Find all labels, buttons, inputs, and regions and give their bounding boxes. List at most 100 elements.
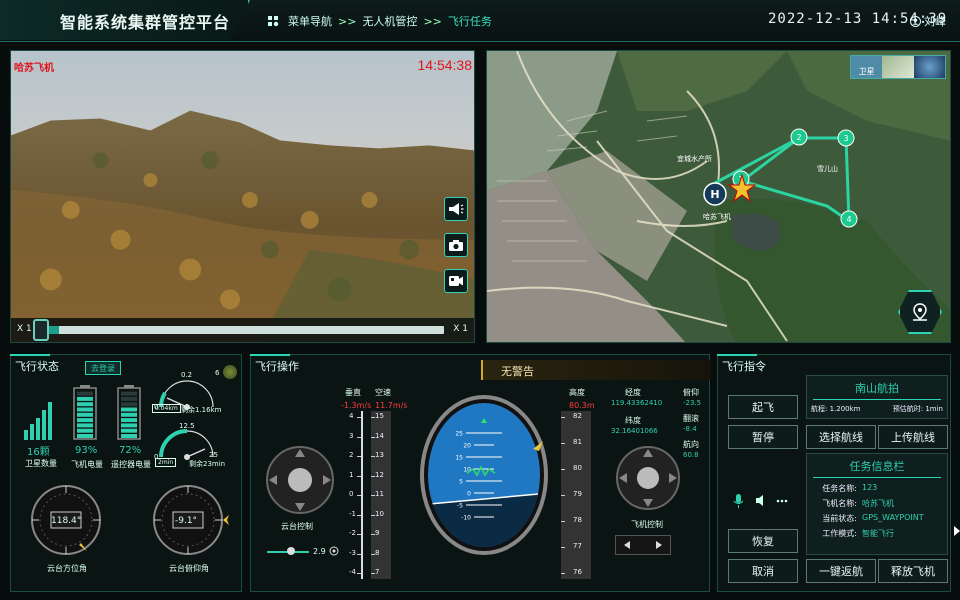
scale-tick: [357, 456, 361, 457]
altitude-scale: 82 81 80 79 78 77 76: [561, 411, 591, 579]
task-row-key: 工作模式:: [822, 529, 857, 538]
aircraft-joystick[interactable]: [615, 445, 681, 511]
scale-tick-label: 81: [573, 438, 582, 446]
breadcrumb-menu-nav[interactable]: 菜单导航: [288, 13, 332, 29]
flight-status-title: 飞行状态: [15, 360, 59, 373]
scale-tick-label: 12: [375, 470, 384, 479]
resume-button[interactable]: 恢复: [728, 529, 798, 553]
return-home-button[interactable]: 一键返航: [806, 559, 876, 583]
task-row-value: GPS_WAYPOINT: [862, 513, 924, 522]
map-layer-switcher[interactable]: 卫星: [850, 55, 946, 79]
takeoff-button[interactable]: 起飞: [728, 395, 798, 419]
battery-segment: [121, 396, 137, 401]
place-label-1: 雪儿山: [817, 164, 838, 173]
battery-segment: [77, 434, 93, 438]
scale-tick-label: 11: [375, 490, 384, 498]
route-name: 南山航拍: [813, 376, 941, 400]
cancel-button[interactable]: 取消: [728, 559, 798, 583]
battery-segment: [77, 396, 93, 401]
scale-tick-label: -2: [349, 529, 356, 537]
upload-route-button[interactable]: 上传航线: [878, 425, 948, 449]
airspeed-scale: 15 14 13 12 11 10 9 8 7: [371, 411, 391, 579]
gimbal-yaw-value: 118.4°: [51, 516, 82, 526]
gimbal-zoom-thumb[interactable]: [287, 547, 295, 555]
route-time: 预估航时: 1min: [892, 405, 943, 413]
video-progress-track[interactable]: [43, 326, 444, 334]
map-panel[interactable]: 1 2 3 4 H 哈苏飞机 雪儿山 宜城水产所 卫星: [486, 50, 951, 343]
warning-bar: 无警告: [481, 360, 711, 380]
speaker-button[interactable]: [444, 197, 468, 221]
breadcrumb-flight-task[interactable]: 飞行任务: [448, 13, 492, 29]
pitch-ladder-label: -10: [461, 515, 471, 522]
battery-segment: [77, 418, 93, 423]
rotate-right-icon[interactable]: [656, 541, 662, 549]
login-badge[interactable]: 去登录: [85, 361, 121, 375]
scale-tick-label: 77: [573, 542, 582, 550]
select-route-button[interactable]: 选择航线: [806, 425, 876, 449]
terrain-layer-button[interactable]: [882, 56, 914, 78]
battery-segment: [77, 391, 93, 396]
battery-segment: [121, 418, 137, 423]
panel-accent: [717, 354, 757, 356]
scale-tick-label: 78: [573, 516, 582, 524]
rotate-left-icon[interactable]: [624, 541, 630, 549]
scale-tick: [371, 553, 375, 555]
scale-tick-label: 0: [349, 490, 354, 498]
yaw-rotate-control[interactable]: [615, 535, 671, 555]
scale-tick: [357, 495, 361, 496]
remote-battery-icon: [117, 385, 141, 440]
speaker-icon: [449, 203, 464, 215]
scale-tick: [357, 573, 361, 574]
battery-segment: [121, 391, 137, 396]
pause-button[interactable]: 暂停: [728, 425, 798, 449]
release-aircraft-button[interactable]: 释放飞机: [878, 559, 948, 583]
speed-left-label[interactable]: X 1: [17, 324, 32, 334]
snapshot-button[interactable]: [444, 233, 468, 257]
task-info-box: 任务信息栏 任务名称: 123 飞机名称: 哈苏飞机 当前状态: GPS_WAYPOI…: [806, 453, 948, 555]
satellite-map[interactable]: 1 2 3 4 H 哈苏飞机 雪儿山 宜城水产所: [487, 51, 951, 343]
pitch-ladder-label: 25: [455, 431, 463, 438]
breadcrumb-drone-control[interactable]: 无人机管控: [362, 13, 417, 29]
aircraft-battery-label: 飞机电量: [71, 460, 103, 469]
user-menu[interactable]: 刘峰: [910, 13, 946, 29]
gauge1-remain: 剩余1.16km: [181, 406, 222, 414]
scale-tick: [561, 495, 565, 496]
video-progress-thumb[interactable]: [33, 319, 49, 341]
scale-tick-label: 80: [573, 464, 582, 472]
battery-segment: [121, 412, 137, 417]
pitch-label: 俯仰: [683, 388, 699, 397]
scale-tick: [357, 514, 361, 516]
scale-tick-label: 15: [375, 412, 384, 420]
scale-tick-label: -4: [349, 568, 356, 576]
waypoint-3-label: 3: [843, 134, 848, 143]
satellite-label: 卫星数量: [25, 459, 57, 468]
scale-tick-label: 2: [349, 451, 354, 459]
pitch-ladder-label: 15: [455, 455, 463, 462]
gimbal-yaw-label: 云台方位角: [47, 564, 87, 573]
gimbal-joystick[interactable]: [265, 445, 335, 515]
speed-right-label[interactable]: X 1: [453, 324, 468, 334]
flight-status-panel: 飞行状态 去登录 16颗 卫星数量 93% 飞机电量 72% 遥控器电量 6 0…: [10, 354, 242, 592]
gauge1-mid: 0.2: [181, 371, 192, 379]
scale-tick: [561, 417, 565, 418]
gauge2-max: 25: [209, 451, 218, 459]
route-info-box: 南山航拍 航程: 1.200km 预估航时: 1min: [806, 375, 948, 419]
warning-text: 无警告: [501, 365, 534, 378]
satellite-layer-button[interactable]: 卫星: [851, 56, 883, 78]
record-button[interactable]: [444, 269, 468, 293]
zoom-icon[interactable]: [329, 546, 339, 556]
scale-tick: [561, 573, 565, 574]
status-indicator: [223, 365, 237, 379]
task-row-value: 智能飞行: [862, 529, 894, 538]
airspeed-value: 11.7m/s: [375, 401, 408, 410]
battery-segment: [121, 402, 137, 407]
video-timestamp: 14:54:38: [417, 57, 473, 73]
altitude-value: 80.3m: [569, 401, 595, 410]
scale-tick: [357, 553, 361, 555]
heading-value: 60.8: [683, 451, 699, 459]
video-feed-panel: 哈苏飞机 14:54:38 X 1 X 1: [10, 50, 475, 343]
more-icon: [776, 499, 788, 503]
vs-value: -1.3m/s: [341, 401, 372, 410]
globe-layer-button[interactable]: [913, 56, 945, 78]
gauge2-mid: 12.5: [179, 422, 195, 430]
